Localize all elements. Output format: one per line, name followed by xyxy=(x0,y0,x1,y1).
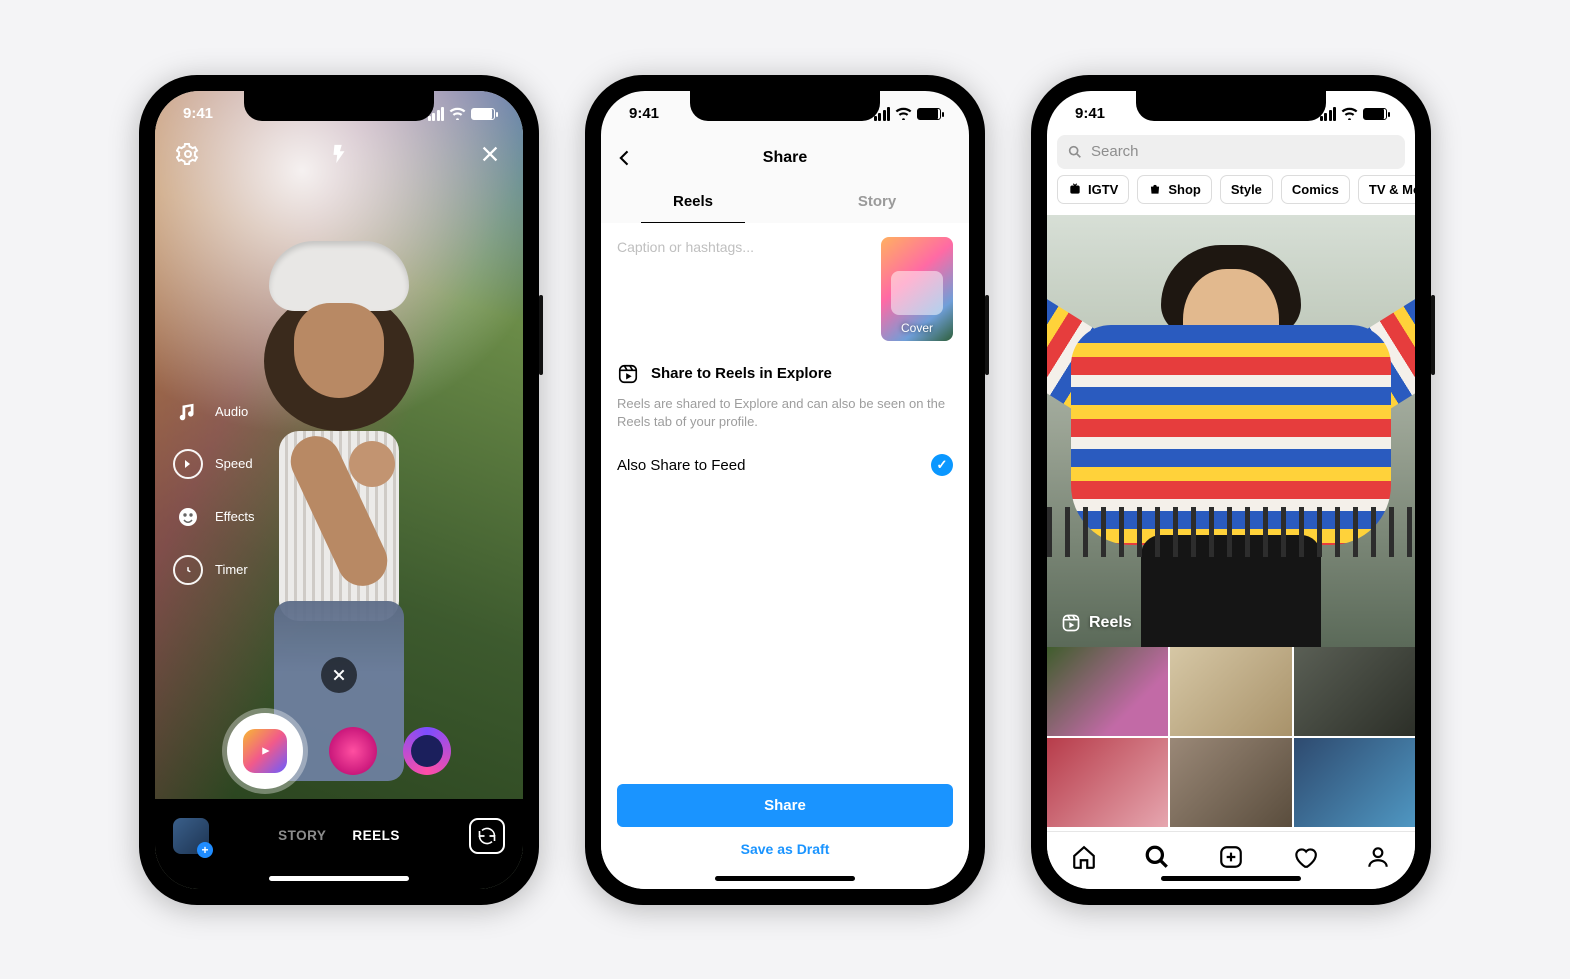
explore-chips: IGTV Shop Style Comics TV & Movie xyxy=(1057,175,1415,204)
music-icon xyxy=(173,401,203,423)
save-draft-button[interactable]: Save as Draft xyxy=(617,827,953,871)
tool-effects[interactable]: Effects xyxy=(173,505,255,529)
clear-effect-button[interactable] xyxy=(321,657,357,693)
speed-icon xyxy=(173,449,203,479)
camera-flip-button[interactable] xyxy=(469,818,505,854)
cover-label: Cover xyxy=(881,321,953,335)
chip-shop[interactable]: Shop xyxy=(1137,175,1212,204)
effect-preset-2[interactable] xyxy=(403,727,451,775)
back-button[interactable] xyxy=(615,148,635,168)
igtv-icon xyxy=(1068,182,1082,196)
search-icon xyxy=(1067,144,1083,160)
mode-story[interactable]: STORY xyxy=(278,828,326,843)
battery-icon xyxy=(917,108,941,120)
close-icon[interactable] xyxy=(475,139,505,169)
chip-style[interactable]: Style xyxy=(1220,175,1273,204)
share-button[interactable]: Share xyxy=(617,784,953,827)
nav-activity[interactable] xyxy=(1292,844,1318,870)
cover-thumbnail[interactable]: Cover xyxy=(881,237,953,341)
phone-explore: 9:41 Search IGTV Shop Style Comics TV & … xyxy=(1031,75,1431,905)
tool-timer[interactable]: Timer xyxy=(173,555,255,585)
nav-new-post[interactable] xyxy=(1218,844,1244,870)
flash-off-icon[interactable] xyxy=(324,139,354,169)
status-time: 9:41 xyxy=(1075,105,1105,122)
reels-icon xyxy=(1061,613,1081,633)
camera-tools: Audio Speed Effects Timer xyxy=(173,401,255,585)
nav-profile[interactable] xyxy=(1365,844,1391,870)
tool-effects-label: Effects xyxy=(215,509,255,524)
phone-reels-camera: 9:41 xyxy=(139,75,539,905)
notch xyxy=(244,91,434,121)
share-reels-description: Reels are shared to Explore and can also… xyxy=(617,395,953,433)
caption-input[interactable]: Caption or hashtags... xyxy=(617,237,867,341)
tool-audio-label: Audio xyxy=(215,404,248,419)
explore-tile[interactable] xyxy=(1047,738,1168,827)
explore-grid xyxy=(1047,647,1415,827)
explore-tile[interactable] xyxy=(1170,738,1291,827)
tool-speed-label: Speed xyxy=(215,456,253,471)
chip-comics[interactable]: Comics xyxy=(1281,175,1350,204)
home-indicator xyxy=(715,876,855,881)
status-time: 9:41 xyxy=(629,105,659,122)
notch xyxy=(1136,91,1326,121)
gallery-button[interactable] xyxy=(173,818,209,854)
timer-icon xyxy=(173,555,203,585)
tool-timer-label: Timer xyxy=(215,562,248,577)
share-reels-title: Share to Reels in Explore xyxy=(651,365,832,382)
wifi-icon xyxy=(449,107,466,120)
search-placeholder: Search xyxy=(1091,143,1139,160)
reels-icon xyxy=(243,729,287,773)
effects-icon xyxy=(173,505,203,529)
explore-hero-reel[interactable]: Reels xyxy=(1047,215,1415,647)
hero-tag-label: Reels xyxy=(1089,614,1132,632)
tool-speed[interactable]: Speed xyxy=(173,449,255,479)
phone-share: 9:41 Share Reels Story Caption or hashta… xyxy=(585,75,985,905)
search-input[interactable]: Search xyxy=(1057,135,1405,169)
status-time: 9:41 xyxy=(183,105,213,122)
shutter-button[interactable] xyxy=(227,713,303,789)
also-share-feed-toggle[interactable]: ✓ xyxy=(931,454,953,476)
chip-tv[interactable]: TV & Movie xyxy=(1358,175,1415,204)
nav-home[interactable] xyxy=(1071,844,1097,870)
wifi-icon xyxy=(895,107,912,120)
home-indicator xyxy=(1161,876,1301,881)
gear-icon[interactable] xyxy=(173,139,203,169)
explore-tile[interactable] xyxy=(1170,647,1291,736)
wifi-icon xyxy=(1341,107,1358,120)
mode-reels[interactable]: REELS xyxy=(352,828,400,843)
nav-search[interactable] xyxy=(1144,844,1170,870)
explore-tile[interactable] xyxy=(1047,647,1168,736)
home-indicator xyxy=(269,876,409,881)
tool-audio[interactable]: Audio xyxy=(173,401,255,423)
tab-reels[interactable]: Reels xyxy=(601,181,785,224)
header-title: Share xyxy=(763,149,807,167)
battery-icon xyxy=(1363,108,1387,120)
explore-tile[interactable] xyxy=(1294,647,1415,736)
notch xyxy=(690,91,880,121)
tab-story[interactable]: Story xyxy=(785,181,969,224)
reels-icon xyxy=(617,363,639,385)
chip-igtv[interactable]: IGTV xyxy=(1057,175,1129,204)
shop-icon xyxy=(1148,182,1162,196)
explore-tile[interactable] xyxy=(1294,738,1415,827)
effect-preset-1[interactable] xyxy=(329,727,377,775)
also-share-feed-label: Also Share to Feed xyxy=(617,457,745,474)
battery-icon xyxy=(471,108,495,120)
